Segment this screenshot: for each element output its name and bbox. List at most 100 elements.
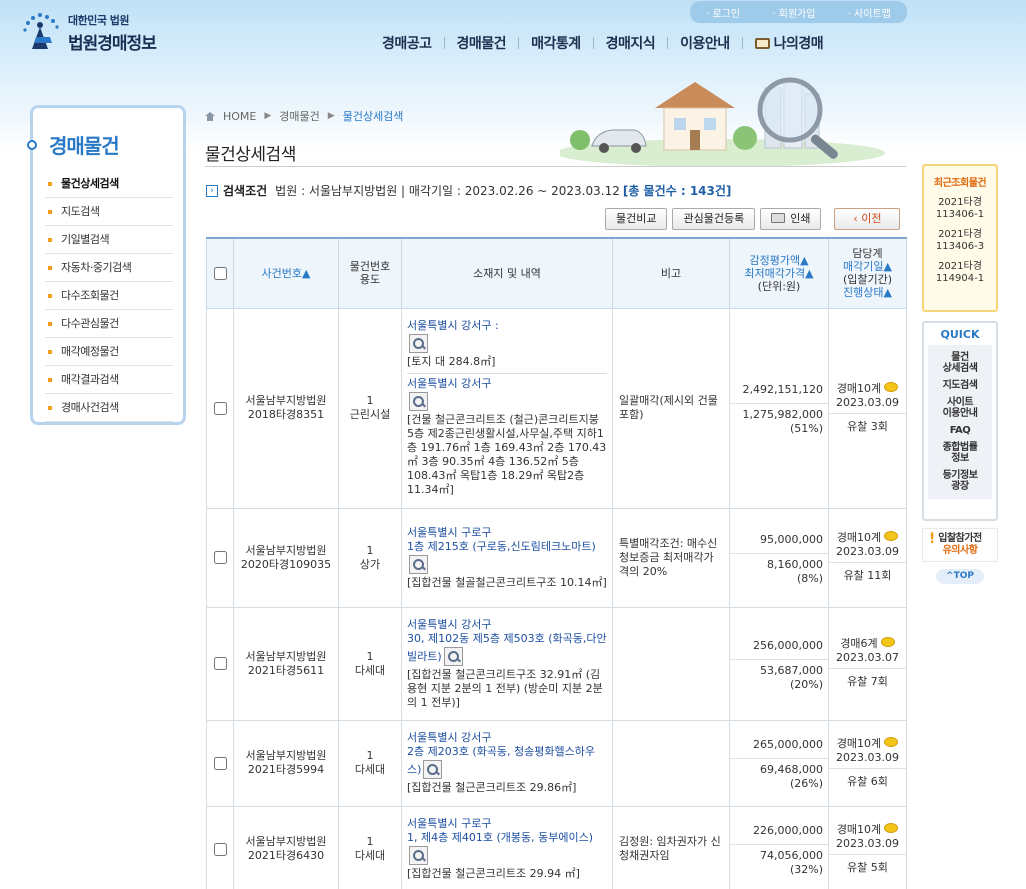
col-progress-label: 진행상태▲ (843, 286, 892, 300)
lnb-item-most-interest[interactable]: 다수관심물건 (45, 310, 173, 338)
magnifier-icon[interactable] (423, 760, 443, 779)
address-link[interactable]: 서울특별시 강서구 : (407, 319, 607, 333)
select-all-checkbox[interactable] (213, 267, 227, 280)
gnb-auction-notice[interactable]: 경매공고 (370, 33, 444, 53)
row-checkbox[interactable] (213, 842, 227, 856)
col-address: 소재지 및 내역 (401, 237, 613, 309)
item-use: 다세대 (354, 663, 386, 677)
address-cell: 서울특별시 강서구 : [토지 대 284.8㎡] 서울특별시 강서구 [건물 … (401, 307, 613, 509)
min-price: 53,687,000 (760, 663, 823, 677)
row-checkbox[interactable] (213, 401, 227, 415)
logo-title: 법원경매정보 (68, 34, 157, 54)
magnifier-icon[interactable] (409, 392, 428, 411)
address-link[interactable]: 서울특별시 구로구 1층 제215호 (구로동,신도림테크노마트) (407, 526, 607, 576)
gnb-auction-knowledge[interactable]: 경매지식 (594, 33, 668, 53)
site-logo[interactable]: 대한민국 법원 법원경매정보 (22, 12, 157, 54)
quick-detail-search[interactable]: 물건 상세검색 (928, 349, 992, 377)
col-price[interactable]: 감정평가액▲ 최저매각가격▲ (단위:원) (729, 237, 829, 309)
dept-name: 경매6계 (840, 637, 878, 650)
lnb-item-upcoming-sale[interactable]: 매각예정물건 (45, 338, 173, 366)
quick-registry-plaza[interactable]: 등기정보 광장 (928, 467, 992, 495)
login-link[interactable]: · 로그인 (706, 5, 740, 20)
recent-item[interactable]: 2021타경 114904-1 (924, 261, 996, 285)
magnifier-icon[interactable] (409, 334, 428, 353)
gnb-my-auction[interactable]: 나의경매 (743, 33, 836, 53)
row-select-cell (206, 805, 234, 889)
case-cell[interactable]: 서울남부지방법원 2021타경5611 (233, 606, 339, 721)
quick-map-search[interactable]: 지도검색 (928, 377, 992, 394)
item-use-cell: 1 근린시설 (338, 307, 402, 509)
col-remark: 비고 (612, 237, 730, 309)
address-cell: 서울특별시 강서구 30, 제102동 제5층 제503호 (화곡동,다안빌라트)… (401, 606, 613, 721)
sale-date: 2023.03.09 (836, 545, 899, 558)
min-price: 69,468,000 (760, 763, 823, 776)
gnb-auction-items[interactable]: 경매물건 (445, 33, 519, 53)
quick-faq[interactable]: FAQ (928, 422, 992, 439)
quick-label: 등기정보 (942, 470, 978, 481)
row-checkbox[interactable] (213, 551, 227, 564)
table-row: 서울남부지방법원 2018타경8351 1 근린시설 서울특별시 강서구 : [토지… (206, 307, 907, 509)
coin-icon[interactable] (884, 736, 899, 747)
bid-notice-link[interactable]: ! 입찰참가전 유의사항 (922, 528, 998, 562)
lnb-item-case-search[interactable]: 경매사건검색 (45, 394, 173, 422)
quick-label: 사이트 (946, 397, 974, 408)
add-interest-button[interactable]: 관심물건등록 (672, 208, 756, 230)
prev-button[interactable]: ‹ 이전 (834, 208, 901, 230)
magnifier-icon[interactable] (443, 646, 463, 666)
quick-law-info[interactable]: 종합법률 정보 (928, 439, 992, 467)
address-detail: [집합건물 철근콘크리트조 29.86㎡] (407, 781, 577, 794)
case-cell[interactable]: 서울남부지방법원 2021타경6430 (233, 805, 339, 889)
address-line1: 서울특별시 구로구 (407, 525, 492, 539)
top-button[interactable]: ^TOP (936, 569, 984, 584)
progress-status: 유찰 7회 (847, 675, 888, 688)
item-use-cell: 1 다세대 (338, 606, 402, 721)
lnb-item-vehicle-search[interactable]: 자동차·중기검색 (45, 254, 173, 282)
magnifier-icon[interactable] (409, 846, 428, 865)
case-cell[interactable]: 서울남부지방법원 2021타경5994 (233, 719, 339, 807)
coin-icon[interactable] (880, 637, 895, 647)
coin-icon[interactable] (884, 822, 899, 833)
case-cell[interactable]: 서울남부지방법원 2020타경109035 (233, 507, 339, 608)
recent-item-case: 2021타경 (938, 229, 982, 240)
case-cell[interactable]: 서울남부지방법원 2018타경8351 (233, 307, 339, 509)
breadcrumb-home[interactable]: HOME (223, 110, 256, 123)
item-use: 다세대 (354, 763, 386, 776)
recent-item[interactable]: 2021타경 113406-1 (924, 197, 996, 221)
row-select-cell (206, 507, 234, 608)
row-checkbox[interactable] (213, 657, 227, 670)
coin-icon[interactable] (884, 381, 899, 392)
lnb-item-detail-search[interactable]: 물건상세검색 (45, 170, 173, 198)
address-link[interactable]: 서울특별시 강서구 (407, 377, 607, 391)
case-number: 2020타경109035 (240, 557, 332, 571)
lnb-item-map-search[interactable]: 지도검색 (45, 198, 173, 226)
quick-site-guide[interactable]: 사이트 이용안내 (928, 394, 992, 422)
breadcrumb-level1[interactable]: 경매물건 (279, 108, 319, 124)
join-link[interactable]: · 회원가입 (772, 5, 815, 20)
appraisal-price: 265,000,000 (730, 732, 828, 759)
lnb-item-sale-results[interactable]: 매각결과검색 (45, 366, 173, 394)
col-status[interactable]: 담당계 매각기일▲ (입찰기간) 진행상태▲ (828, 237, 907, 309)
lnb-item-most-viewed[interactable]: 다수조회물건 (45, 282, 173, 310)
compare-button[interactable]: 물건비교 (605, 208, 668, 230)
address-link[interactable]: 서울특별시 강서구 30, 제102동 제5층 제503호 (화곡동,다안빌라트) (407, 618, 607, 668)
address-link[interactable]: 서울특별시 구로구 1, 제4층 제401호 (개봉동, 동부에이스) (407, 817, 607, 867)
gnb-guide[interactable]: 이용안내 (668, 33, 742, 53)
print-button[interactable]: 인쇄 (760, 208, 822, 230)
address-detail: [집합건물 철근콘크리트조 29.94 ㎡] (407, 867, 580, 880)
remark-cell: 김정원: 임차권자가 신청채권자임 (612, 805, 730, 889)
sitemap-link[interactable]: · 사이트맵 (848, 5, 891, 20)
court-name: 서울남부지방법원 (245, 543, 327, 557)
coin-icon[interactable] (884, 531, 899, 541)
progress-status: 유찰 3회 (847, 419, 888, 433)
search-condition-label: 검색조건 (223, 184, 268, 198)
gnb-sale-stats[interactable]: 매각통계 (519, 33, 593, 53)
row-checkbox[interactable] (213, 756, 227, 770)
recent-item[interactable]: 2021타경 113406-3 (924, 229, 996, 253)
court-name: 서울남부지방법원 (245, 835, 327, 848)
magnifier-icon[interactable] (409, 554, 428, 574)
col-case-number[interactable]: 사건번호▲ (233, 237, 339, 309)
breadcrumb-arrow-icon: ▶ (264, 111, 272, 121)
address-link[interactable]: 서울특별시 강서구 2층 제203호 (화곡동, 청송평화헬스하우스) (407, 731, 607, 781)
lnb-item-date-search[interactable]: 기일별검색 (45, 226, 173, 254)
status-cell: 경매6계 2023.03.07 유찰 7회 (828, 606, 907, 721)
